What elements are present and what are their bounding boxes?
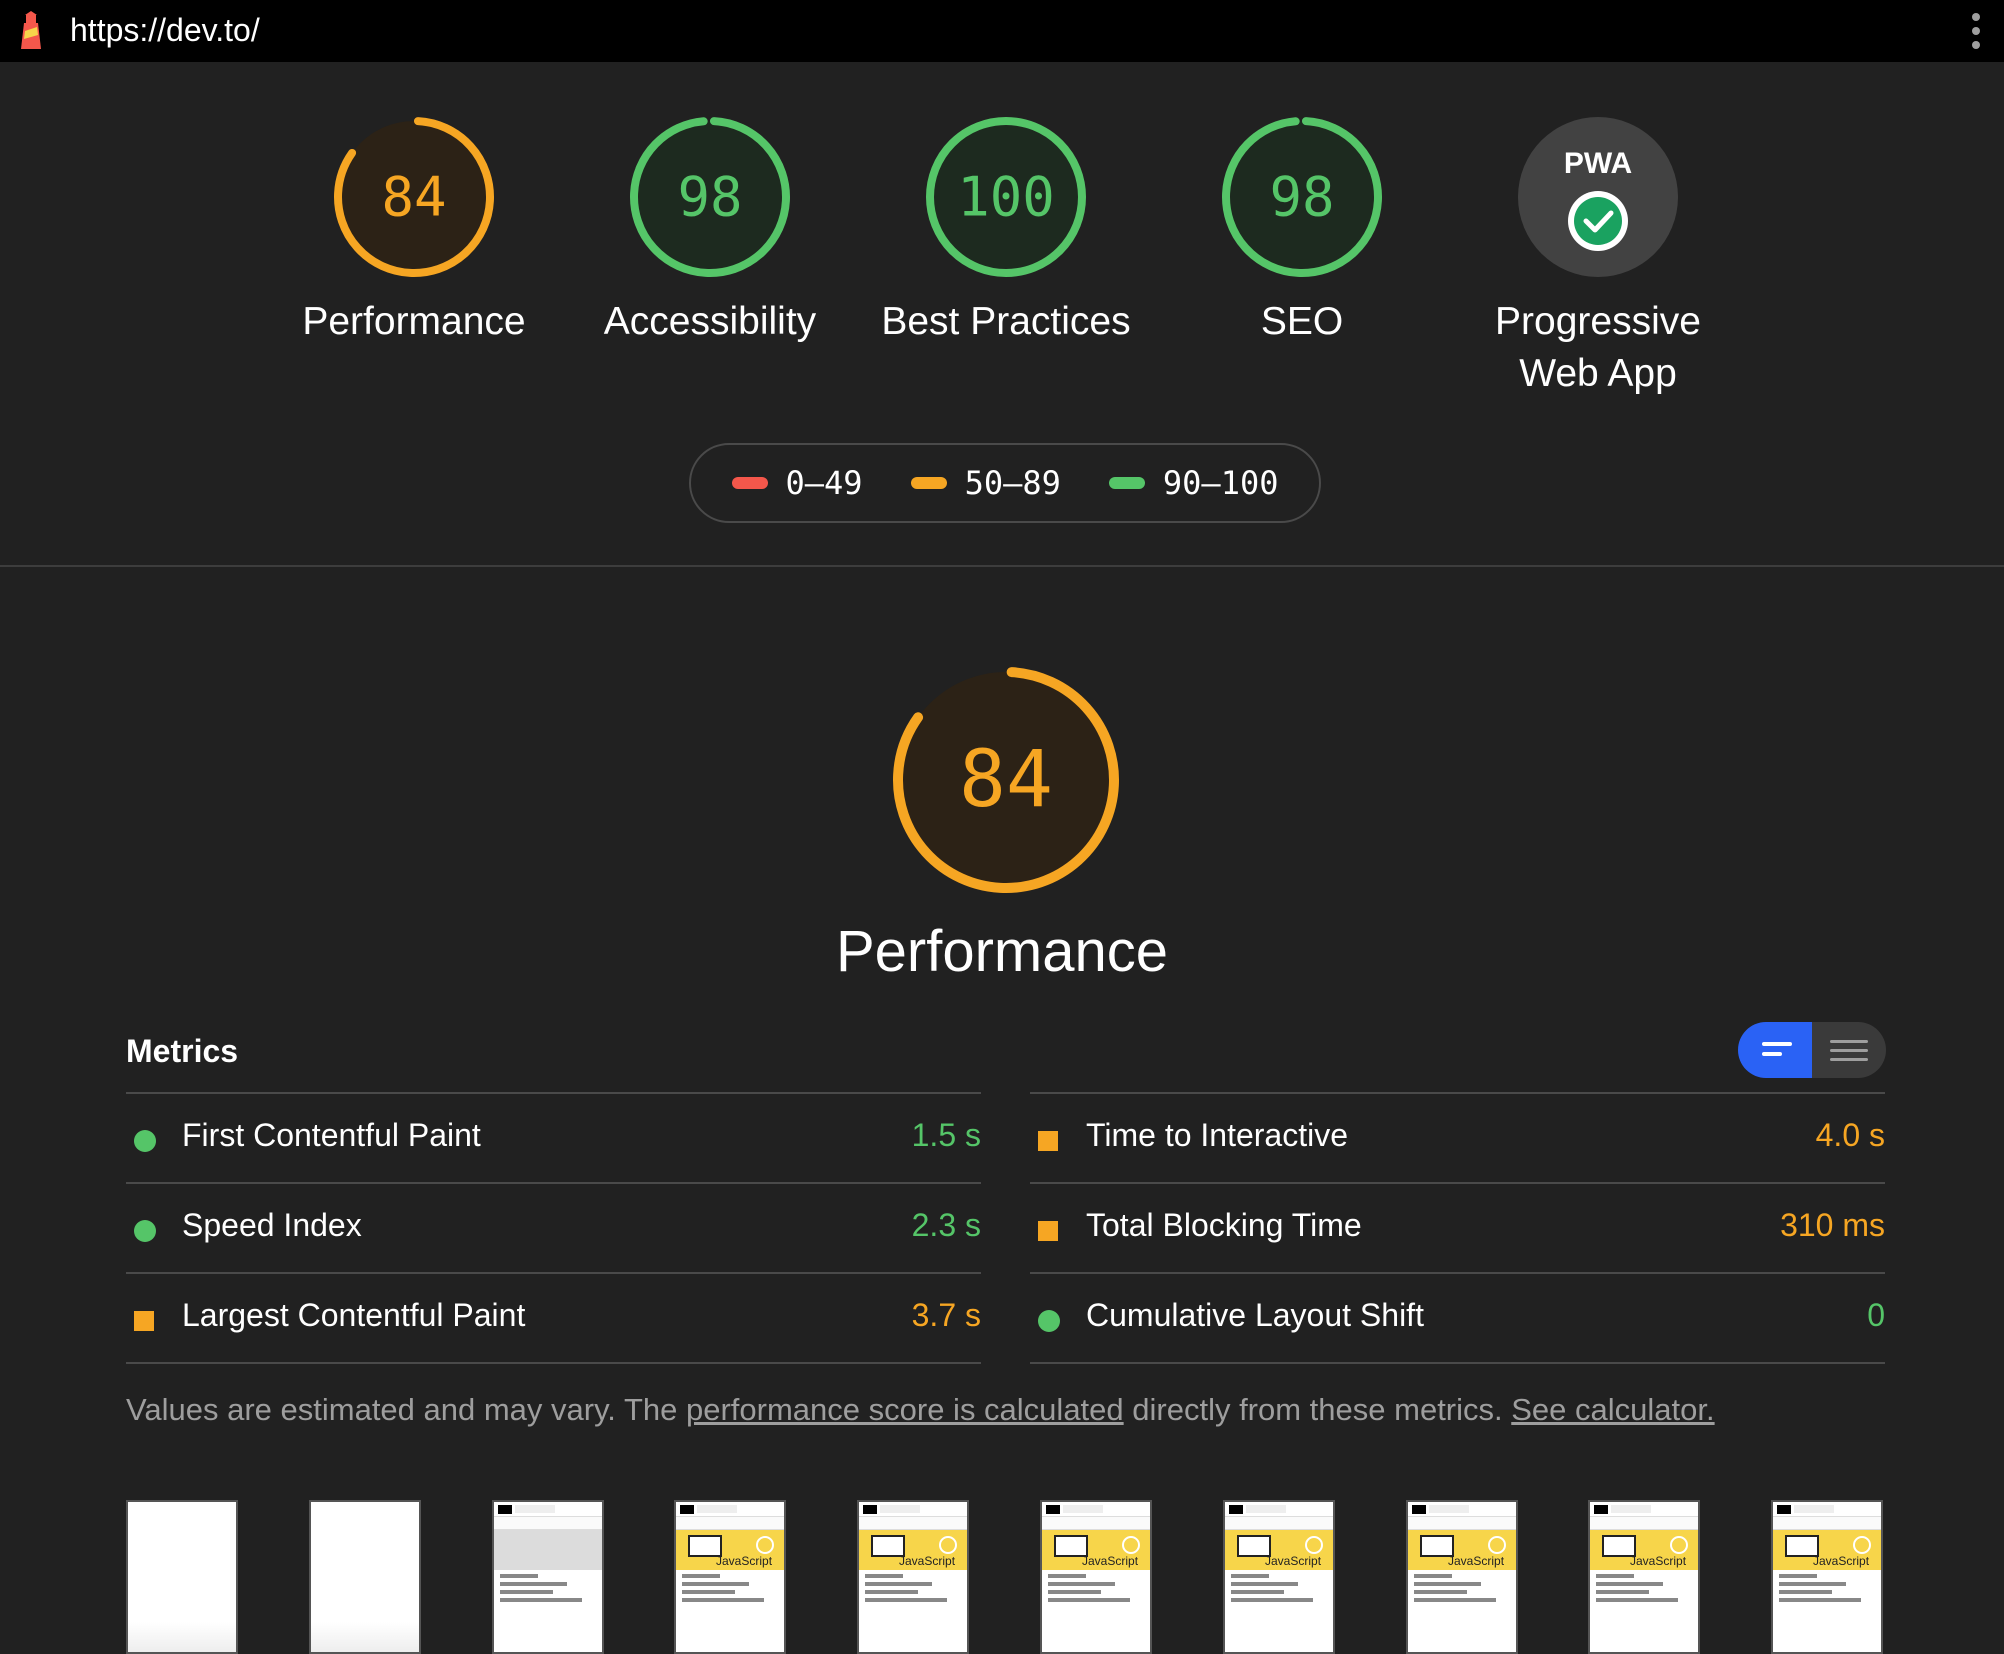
metrics-note: Values are estimated and may vary. The p… <box>126 1392 1715 1428</box>
metric-value: 2.3 s <box>911 1207 981 1243</box>
filmstrip-frame <box>309 1500 421 1654</box>
performance-main-score: 84 <box>959 735 1053 825</box>
metric-first-contentful-paint[interactable]: First Contentful Paint 1.5 s <box>126 1092 981 1182</box>
gauge-seo-score: 98 <box>1269 166 1334 229</box>
filmstrip-frame: JavaScript <box>857 1500 969 1654</box>
metric-value: 1.5 s <box>911 1117 981 1153</box>
legend-item-pass: 90–100 <box>1108 464 1279 502</box>
metrics-view-toggle[interactable] <box>1738 1022 1886 1078</box>
gauge-performance-ring: 84 <box>334 117 494 277</box>
legend-item-fail: 0–49 <box>731 464 863 502</box>
gauge-performance[interactable]: 84 Performance <box>289 115 539 348</box>
section-divider <box>0 565 2004 567</box>
pass-circle-icon <box>134 1220 156 1242</box>
gauge-best-practices-ring: 100 <box>926 117 1086 277</box>
metric-name: Cumulative Layout Shift <box>1086 1297 1424 1333</box>
expanded-view-icon[interactable] <box>1812 1022 1886 1078</box>
legend-fail-range: 0–49 <box>785 464 863 502</box>
filmstrip-frame: JavaScript <box>1771 1500 1883 1654</box>
metrics-column-right: Time to Interactive 4.0 s Total Blocking… <box>1030 1092 1885 1364</box>
filmstrip-frame <box>492 1500 604 1654</box>
metric-value: 4.0 s <box>1815 1117 1885 1153</box>
see-calculator-link[interactable]: See calculator. <box>1511 1392 1714 1427</box>
average-square-icon <box>134 1311 154 1331</box>
compact-view-icon[interactable] <box>1738 1022 1812 1078</box>
legend-item-average: 50–89 <box>910 464 1061 502</box>
page-url: https://dev.to/ <box>70 12 260 48</box>
metric-name: First Contentful Paint <box>182 1117 481 1153</box>
legend-pass-pill <box>1108 477 1145 489</box>
average-square-icon <box>1038 1221 1058 1241</box>
filmstrip-banner-text: JavaScript <box>1448 1554 1505 1568</box>
gauge-accessibility-ring: 98 <box>630 117 790 277</box>
url-bar: https://dev.to/ <box>0 0 2004 62</box>
metric-value: 310 ms <box>1780 1207 1885 1243</box>
gauge-performance-score: 84 <box>381 166 446 229</box>
filmstrip-banner-text: JavaScript <box>1630 1554 1687 1568</box>
gauge-best-practices-label: Best Practices <box>881 300 1131 343</box>
filmstrip-frame: JavaScript <box>1588 1500 1700 1654</box>
performance-title: Performance <box>835 919 1169 984</box>
gauge-accessibility-label: Accessibility <box>603 300 817 343</box>
gauge-best-practices-score: 100 <box>957 166 1055 229</box>
metric-time-to-interactive[interactable]: Time to Interactive 4.0 s <box>1030 1092 1885 1182</box>
metric-total-blocking-time[interactable]: Total Blocking Time 310 ms <box>1030 1182 1885 1272</box>
filmstrip-banner-text: JavaScript <box>1082 1554 1139 1568</box>
gauge-accessibility-score: 98 <box>677 166 742 229</box>
gauge-pwa-label: Progressive Web App <box>1473 296 1723 400</box>
metric-speed-index[interactable]: Speed Index 2.3 s <box>126 1182 981 1272</box>
metric-name: Largest Contentful Paint <box>182 1297 526 1333</box>
gauge-performance-label: Performance <box>302 300 526 343</box>
pwa-badge-text: PWA <box>1564 147 1632 180</box>
lighthouse-icon <box>21 11 41 49</box>
checkmark-icon <box>1568 191 1628 251</box>
filmstrip-frame: JavaScript <box>674 1500 786 1654</box>
legend-average-range: 50–89 <box>964 464 1061 502</box>
metric-name: Time to Interactive <box>1086 1117 1349 1153</box>
filmstrip-frame <box>126 1500 238 1654</box>
gauge-pwa-label-line2: Web App <box>1519 352 1677 395</box>
filmstrip-frame: JavaScript <box>1406 1500 1518 1654</box>
filmstrip-banner-text: JavaScript <box>899 1554 956 1568</box>
legend-pass-range: 90–100 <box>1162 464 1279 502</box>
gauge-seo-label: SEO <box>1260 300 1344 343</box>
gauge-accessibility[interactable]: 98 Accessibility <box>585 115 835 348</box>
filmstrip-banner-text: JavaScript <box>1813 1554 1870 1568</box>
pass-circle-icon <box>1038 1310 1060 1332</box>
metric-name: Total Blocking Time <box>1086 1207 1362 1243</box>
filmstrip-frame: JavaScript <box>1040 1500 1152 1654</box>
metric-largest-contentful-paint[interactable]: Largest Contentful Paint 3.7 s <box>126 1272 981 1364</box>
metric-value: 0 <box>1867 1297 1885 1333</box>
metric-cumulative-layout-shift[interactable]: Cumulative Layout Shift 0 <box>1030 1272 1885 1364</box>
metrics-heading: Metrics <box>126 1033 239 1069</box>
note-text-1: Values are estimated and may vary. The <box>126 1392 686 1427</box>
metrics-column-left: First Contentful Paint 1.5 s Speed Index… <box>126 1092 981 1364</box>
gauge-best-practices[interactable]: 100 Best Practices <box>881 115 1131 348</box>
gauge-seo[interactable]: 98 SEO <box>1177 115 1427 348</box>
legend-fail-pill <box>731 477 768 489</box>
score-calculated-link[interactable]: performance score is calculated <box>686 1392 1124 1427</box>
filmstrip-banner-text: JavaScript <box>1265 1554 1322 1568</box>
gauge-seo-ring: 98 <box>1222 117 1382 277</box>
pwa-badge: PWA <box>1518 117 1678 277</box>
filmstrip-banner-text: JavaScript <box>716 1554 773 1568</box>
metric-value: 3.7 s <box>911 1297 981 1333</box>
performance-main-gauge: 84 <box>893 667 1119 893</box>
filmstrip-frame: JavaScript <box>1223 1500 1335 1654</box>
kebab-menu-icon[interactable] <box>1972 13 1982 49</box>
metric-name: Speed Index <box>182 1207 362 1243</box>
pass-circle-icon <box>134 1130 156 1152</box>
score-legend: 0–49 50–89 90–100 <box>689 443 1321 523</box>
gauge-pwa[interactable]: PWA Progressive Web App <box>1473 115 1723 400</box>
gauge-pwa-label-line1: Progressive <box>1495 300 1701 343</box>
note-text-2: directly from these metrics. <box>1123 1392 1512 1427</box>
average-square-icon <box>1038 1131 1058 1151</box>
legend-average-pill <box>910 477 947 489</box>
